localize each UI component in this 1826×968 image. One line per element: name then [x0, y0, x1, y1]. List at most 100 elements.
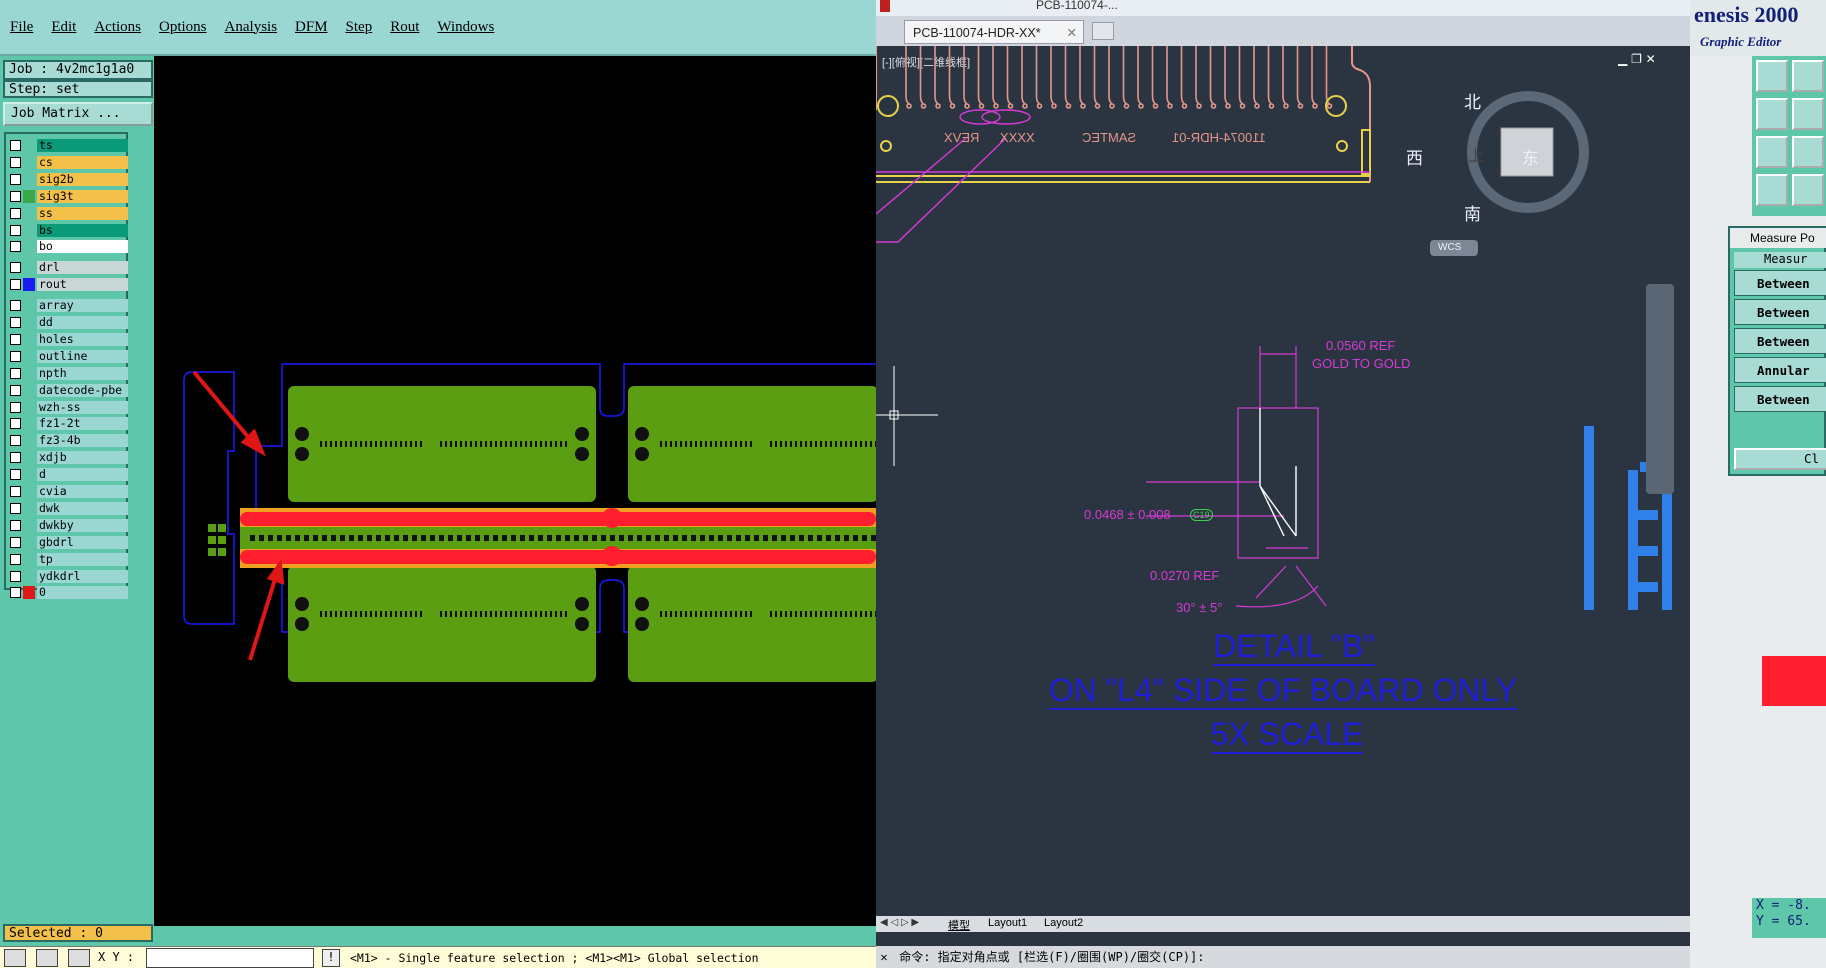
- layer-checkbox[interactable]: [10, 224, 21, 236]
- layer-name[interactable]: sig2b: [37, 172, 128, 186]
- layer-checkbox[interactable]: [10, 367, 21, 379]
- new-tab-icon[interactable]: [1092, 22, 1114, 40]
- layer-checkbox[interactable]: [10, 300, 21, 312]
- layer-name[interactable]: dwkby: [37, 518, 128, 532]
- measure-option-2[interactable]: Between: [1734, 299, 1826, 325]
- layer-name[interactable]: ts: [37, 139, 128, 152]
- tab-drawing[interactable]: PCB-110074-HDR-XX* ✕: [904, 20, 1084, 44]
- measure-option-1[interactable]: Between: [1734, 270, 1826, 296]
- menu-dfm[interactable]: DFM: [295, 19, 328, 36]
- compass-north[interactable]: 北: [1464, 88, 1481, 113]
- layer-row[interactable]: tp: [10, 552, 128, 567]
- layer-checkbox[interactable]: [10, 418, 21, 430]
- layer-checkbox[interactable]: [10, 262, 21, 274]
- zoom-tool-icon[interactable]: [36, 949, 58, 967]
- layer-name[interactable]: npth: [37, 366, 128, 380]
- select-tool-icon[interactable]: [4, 949, 26, 967]
- layer-name[interactable]: datecode-pbe: [37, 383, 128, 397]
- menu-analysis[interactable]: Analysis: [225, 19, 278, 36]
- layer-checkbox[interactable]: [10, 452, 21, 464]
- tool-icon-8[interactable]: [1792, 174, 1824, 206]
- layer-checkbox[interactable]: [10, 333, 21, 345]
- layer-row[interactable]: fz1-2t: [10, 416, 128, 431]
- menu-options[interactable]: Options: [159, 19, 207, 36]
- close-button[interactable]: Cl: [1734, 448, 1826, 470]
- tool-icon-3[interactable]: [1756, 98, 1788, 130]
- cad-drawing[interactable]: [876, 46, 1690, 916]
- layer-row[interactable]: 0: [10, 585, 128, 600]
- layer-row[interactable]: fz3-4b: [10, 433, 128, 448]
- grid-tool-icon[interactable]: [68, 949, 90, 967]
- menu-step[interactable]: Step: [346, 19, 373, 36]
- layer-checkbox[interactable]: [10, 587, 21, 599]
- layer-row[interactable]: sig3t: [10, 189, 128, 204]
- layer-row[interactable]: gbdrl: [10, 535, 128, 550]
- layer-name[interactable]: outline: [37, 349, 128, 363]
- menu-windows[interactable]: Windows: [437, 19, 494, 36]
- layer-checkbox[interactable]: [10, 317, 21, 328]
- layer-checkbox[interactable]: [10, 190, 21, 202]
- layer-row[interactable]: sig2b: [10, 172, 128, 187]
- layer-checkbox[interactable]: [10, 553, 21, 565]
- xy-input[interactable]: [146, 948, 314, 968]
- layer-name[interactable]: xdjb: [37, 451, 128, 465]
- job-matrix-button[interactable]: Job Matrix ...: [3, 102, 153, 126]
- measure-option-5[interactable]: Between: [1734, 386, 1826, 412]
- menu-edit[interactable]: Edit: [51, 19, 76, 36]
- measure-option-4[interactable]: Annular: [1734, 357, 1826, 383]
- layer-checkbox[interactable]: [10, 536, 21, 548]
- layer-checkbox[interactable]: [10, 469, 21, 481]
- alert-icon[interactable]: !: [322, 949, 340, 967]
- layer-row[interactable]: bo: [10, 239, 128, 254]
- tab-model[interactable]: 模型: [948, 917, 970, 933]
- layer-name[interactable]: cvia: [37, 485, 128, 498]
- layer-row[interactable]: cs: [10, 155, 128, 170]
- layer-checkbox[interactable]: [10, 140, 21, 151]
- layer-name[interactable]: ss: [37, 206, 128, 220]
- menu-file[interactable]: File: [10, 19, 33, 36]
- pcb-graphic-canvas[interactable]: [154, 56, 878, 926]
- layer-row[interactable]: dd: [10, 315, 128, 330]
- layer-checkbox[interactable]: [10, 207, 21, 219]
- layer-name[interactable]: tp: [37, 552, 128, 566]
- tool-icon-1[interactable]: [1756, 60, 1788, 92]
- layer-row[interactable]: npth: [10, 366, 128, 381]
- layer-name[interactable]: 0: [37, 586, 128, 600]
- layer-row[interactable]: dwkby: [10, 518, 128, 533]
- layer-name[interactable]: sig3t: [37, 189, 128, 203]
- layer-row[interactable]: xdjb: [10, 450, 128, 465]
- layer-row[interactable]: d: [10, 467, 128, 482]
- menu-rout[interactable]: Rout: [390, 19, 419, 36]
- layer-row[interactable]: drl: [10, 260, 128, 275]
- layer-name[interactable]: array: [37, 299, 128, 313]
- command-line[interactable]: ✕ 命令: 指定对角点或 [栏选(F)/圈围(WP)/圈交(CP)]:: [876, 946, 1690, 968]
- tool-icon-4[interactable]: [1792, 98, 1824, 130]
- layer-checkbox[interactable]: [10, 384, 21, 396]
- tool-icon-6[interactable]: [1792, 136, 1824, 168]
- layer-name[interactable]: dd: [37, 316, 128, 329]
- layer-row[interactable]: ss: [10, 206, 128, 221]
- layer-name[interactable]: drl: [37, 261, 128, 275]
- layer-checkbox[interactable]: [10, 173, 21, 185]
- layer-row[interactable]: array: [10, 298, 128, 313]
- layer-name[interactable]: cs: [37, 155, 128, 169]
- layer-name[interactable]: gbdrl: [37, 535, 128, 549]
- layer-row[interactable]: cvia: [10, 484, 128, 499]
- tab-layout1[interactable]: Layout1: [988, 917, 1027, 929]
- view-cube[interactable]: [1430, 91, 1589, 256]
- measure-option-3[interactable]: Between: [1734, 328, 1826, 354]
- wcs-button[interactable]: WCS: [1438, 242, 1461, 253]
- app-logo-icon[interactable]: [880, 0, 890, 12]
- layer-row[interactable]: datecode-pbe: [10, 383, 128, 398]
- layer-row[interactable]: bs: [10, 223, 128, 238]
- layer-name[interactable]: fz3-4b: [37, 434, 128, 448]
- layer-name[interactable]: wzh-ss: [37, 400, 128, 414]
- layer-checkbox[interactable]: [10, 519, 21, 531]
- tool-icon-5[interactable]: [1756, 136, 1788, 168]
- layer-name[interactable]: d: [37, 468, 128, 482]
- layer-row[interactable]: ydkdrl: [10, 569, 128, 584]
- close-cmd-icon[interactable]: ✕: [876, 946, 892, 968]
- menu-actions[interactable]: Actions: [94, 19, 141, 36]
- layer-checkbox[interactable]: [10, 241, 21, 253]
- layer-row[interactable]: outline: [10, 349, 128, 364]
